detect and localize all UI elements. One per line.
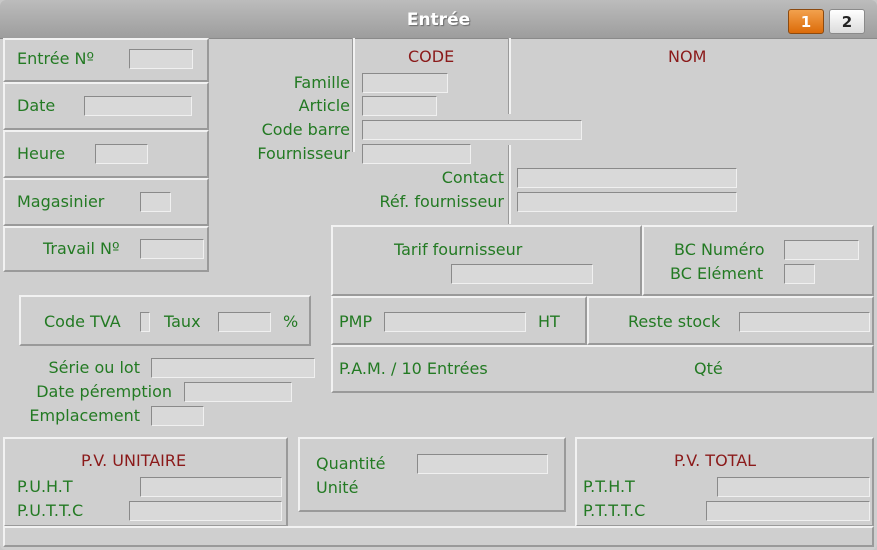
date-field[interactable] — [84, 96, 192, 116]
pmp-ht-label: HT — [538, 312, 560, 331]
fournisseur-field[interactable] — [362, 144, 471, 164]
article-label: Article — [298, 96, 350, 115]
code-tva-field[interactable] — [140, 312, 150, 332]
reste-stock-section: Reste stock — [587, 296, 874, 345]
puttc-field[interactable] — [129, 501, 282, 521]
unite-label: Unité — [316, 478, 359, 497]
travail-no-section: Travail Nº — [3, 226, 209, 272]
emplacement-field[interactable] — [151, 406, 204, 426]
code-tva-label: Code TVA — [44, 312, 121, 331]
ptht-field[interactable] — [717, 477, 870, 497]
quantite-label: Quantité — [316, 454, 386, 473]
bc-numero-field[interactable] — [784, 240, 859, 260]
puht-field[interactable] — [140, 477, 282, 497]
pam-label: P.A.M. / 10 Entrées — [339, 359, 488, 378]
code-barre-label: Code barre — [261, 120, 350, 139]
divider-code — [352, 38, 355, 152]
pam-section: P.A.M. / 10 Entrées Qté — [331, 345, 874, 393]
ref-fournisseur-field[interactable] — [517, 192, 737, 212]
pmp-field[interactable] — [384, 312, 526, 332]
date-label: Date — [17, 96, 56, 115]
contact-label: Contact — [441, 168, 504, 187]
tva-section: Code TVA Taux % — [19, 295, 311, 346]
pv-total-header: P.V. TOTAL — [674, 451, 757, 470]
contact-field[interactable] — [517, 168, 737, 188]
nom-header: NOM — [668, 47, 707, 66]
pv-unitaire-section: P.V. UNITAIRE P.U.H.T P.U.T.T.C — [3, 437, 288, 527]
taux-field[interactable] — [218, 312, 271, 332]
travail-no-label: Travail Nº — [43, 239, 120, 258]
date-section: Date — [3, 82, 209, 130]
entree-no-label: Entrée Nº — [17, 49, 95, 68]
quantite-section: Quantité Unité — [298, 437, 566, 512]
fournisseur-label: Fournisseur — [257, 144, 350, 163]
magasinier-field[interactable] — [140, 192, 171, 212]
pmp-section: PMP HT — [331, 296, 587, 345]
famille-field[interactable] — [362, 73, 448, 93]
pmp-label: PMP — [339, 312, 373, 331]
reste-stock-field[interactable] — [739, 312, 870, 332]
page-1-button[interactable]: 1 — [788, 9, 824, 34]
pv-unitaire-header: P.V. UNITAIRE — [81, 451, 187, 470]
magasinier-label: Magasinier — [17, 192, 105, 211]
ptttc-label: P.T.T.T.C — [583, 501, 646, 520]
ref-fournisseur-label: Réf. fournisseur — [379, 192, 504, 211]
title-bar: Entrée 1 2 — [0, 0, 877, 39]
code-barre-field[interactable] — [362, 120, 582, 140]
puht-label: P.U.H.T — [17, 477, 73, 496]
famille-label: Famille — [293, 73, 350, 92]
heure-label: Heure — [17, 144, 66, 163]
divider-nom — [508, 38, 511, 114]
entree-window: Entrée 1 2 Entrée Nº Date Heure Magasini… — [0, 0, 877, 550]
bc-element-field[interactable] — [784, 264, 815, 284]
divider-contact — [508, 145, 511, 224]
date-peremption-label: Date péremption — [36, 382, 172, 401]
emplacement-label: Emplacement — [29, 406, 140, 425]
ptht-label: P.T.H.T — [583, 477, 635, 496]
page-2-button[interactable]: 2 — [829, 9, 865, 34]
serie-lot-label: Série ou lot — [48, 358, 140, 377]
bc-section: BC Numéro BC Elément — [642, 225, 874, 296]
taux-label: Taux — [164, 312, 201, 331]
tarif-section: Tarif fournisseur — [331, 225, 642, 296]
pam-qte-label: Qté — [694, 359, 723, 378]
window-title: Entrée — [406, 10, 471, 30]
entree-no-field[interactable] — [129, 49, 193, 69]
status-strip — [3, 526, 874, 547]
tarif-field[interactable] — [451, 264, 593, 284]
heure-section: Heure — [3, 130, 209, 178]
bc-element-label: BC Elément — [670, 264, 764, 283]
heure-field[interactable] — [95, 144, 148, 164]
puttc-label: P.U.T.T.C — [17, 501, 84, 520]
pv-total-section: P.V. TOTAL P.T.H.T P.T.T.T.C — [575, 437, 874, 527]
entree-no-section: Entrée Nº — [3, 38, 209, 82]
percent-label: % — [283, 312, 299, 331]
date-peremption-field[interactable] — [184, 382, 292, 402]
serie-lot-field[interactable] — [151, 358, 315, 378]
article-field[interactable] — [362, 96, 437, 116]
travail-no-field[interactable] — [140, 239, 204, 259]
tarif-label: Tarif fournisseur — [394, 240, 523, 259]
quantite-field[interactable] — [417, 454, 548, 474]
ptttc-field[interactable] — [706, 501, 870, 521]
bc-numero-label: BC Numéro — [674, 240, 765, 259]
magasinier-section: Magasinier — [3, 178, 209, 226]
code-header: CODE — [408, 47, 455, 66]
reste-stock-label: Reste stock — [628, 312, 721, 331]
